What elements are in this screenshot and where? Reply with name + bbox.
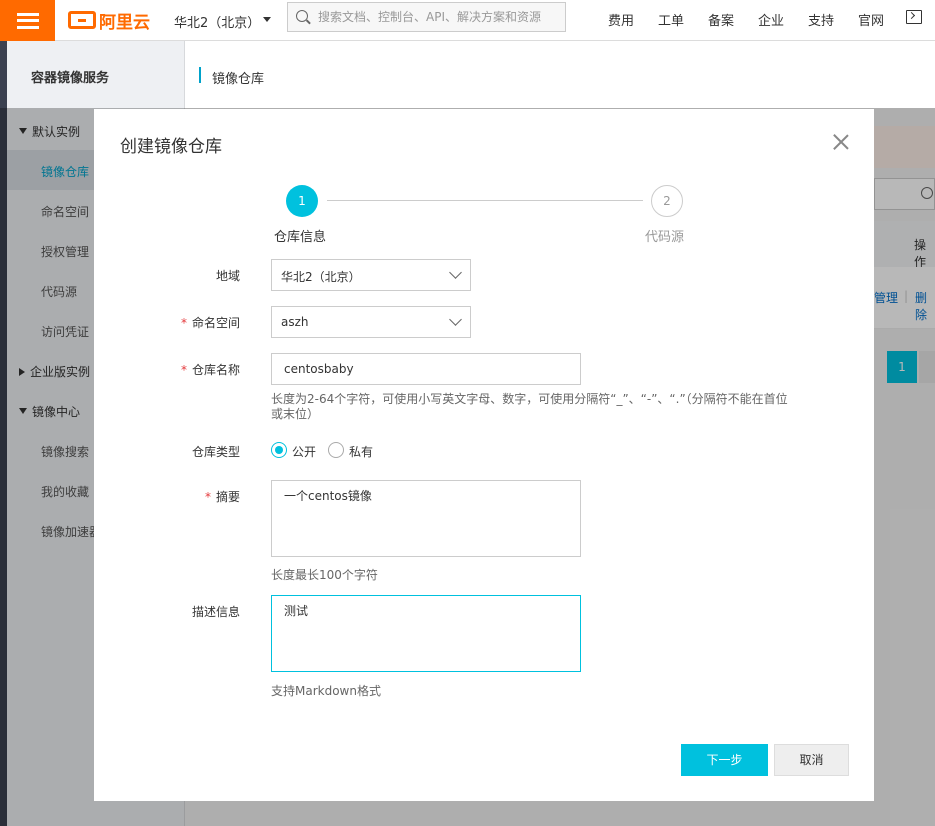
radio-public-label[interactable]: 公开 xyxy=(292,443,316,460)
breadcrumb-accent xyxy=(199,67,201,83)
summary-label: * 摘要 xyxy=(204,490,240,504)
radio-private-label[interactable]: 私有 xyxy=(349,443,373,460)
terminal-icon[interactable] xyxy=(906,10,922,24)
hamburger-icon xyxy=(16,12,39,29)
region-label: 地域 xyxy=(215,269,240,283)
region-select-value: 华北2（北京） xyxy=(281,270,361,284)
cancel-button[interactable]: 取消 xyxy=(774,744,849,776)
close-icon[interactable] xyxy=(833,134,849,150)
repo-name-label: * 仓库名称 xyxy=(180,363,240,377)
breadcrumb-current: 镜像仓库 xyxy=(212,72,265,87)
global-search[interactable] xyxy=(287,2,566,32)
step-connector xyxy=(327,200,643,201)
nav-billing[interactable]: 费用 xyxy=(608,10,634,29)
namespace-select[interactable]: aszh xyxy=(271,306,471,338)
repo-name-help: 长度为2-64个字符，可使用小写英文字母、数字，可使用分隔符“_”、“-”、“.… xyxy=(271,392,788,421)
namespace-label: * 命名空间 xyxy=(180,316,240,330)
nav-icp[interactable]: 备案 xyxy=(708,10,734,29)
step-1-label: 仓库信息 xyxy=(274,230,327,245)
aliyun-logo-icon xyxy=(68,11,96,29)
nav-enterprise[interactable]: 企业 xyxy=(758,10,784,29)
required-mark: * xyxy=(204,490,211,504)
region-select[interactable]: 华北2（北京） xyxy=(271,259,471,291)
repo-name-input[interactable] xyxy=(271,353,581,385)
brand-logo[interactable]: 阿里云 xyxy=(68,8,150,33)
service-title: 容器镜像服务 xyxy=(7,41,185,108)
step-2-circle: 2 xyxy=(651,185,683,217)
required-mark: * xyxy=(180,363,187,377)
summary-textarea[interactable]: 一个centos镜像 xyxy=(271,480,581,557)
required-mark: * xyxy=(180,316,187,330)
chevron-down-icon xyxy=(449,266,462,279)
next-step-button[interactable]: 下一步 xyxy=(681,744,768,776)
brand-name: 阿里云 xyxy=(99,12,150,33)
step-2-label: 代码源 xyxy=(645,230,685,245)
nav-tickets[interactable]: 工单 xyxy=(658,10,684,29)
dialog-title: 创建镜像仓库 xyxy=(120,137,222,157)
description-textarea[interactable]: 测试 xyxy=(271,595,581,672)
region-selector[interactable]: 华北2（北京） xyxy=(174,12,260,31)
description-help: 支持Markdown格式 xyxy=(271,684,381,698)
search-input[interactable] xyxy=(318,3,563,31)
namespace-select-value: aszh xyxy=(281,315,309,329)
description-label: 描述信息 xyxy=(191,605,240,619)
step-1-circle: 1 xyxy=(286,185,318,217)
repo-type-label: 仓库类型 xyxy=(191,445,240,459)
radio-private[interactable] xyxy=(328,442,344,458)
menu-button[interactable] xyxy=(0,0,55,41)
create-repo-dialog: 创建镜像仓库 1 2 仓库信息 代码源 地域 华北2（北京） * 命名空间 asz… xyxy=(94,109,874,801)
radio-public[interactable] xyxy=(271,442,287,458)
nav-support[interactable]: 支持 xyxy=(808,10,834,29)
search-icon xyxy=(296,10,308,22)
chevron-down-icon xyxy=(449,313,462,326)
nav-website[interactable]: 官网 xyxy=(858,10,884,29)
top-bar: 阿里云 华北2（北京） 费用 工单 备案 企业 支持 官网 xyxy=(0,0,935,41)
breadcrumb: 镜像仓库 xyxy=(185,41,935,108)
summary-help: 长度最长100个字符 xyxy=(271,568,378,582)
caret-down-icon[interactable] xyxy=(263,17,271,22)
